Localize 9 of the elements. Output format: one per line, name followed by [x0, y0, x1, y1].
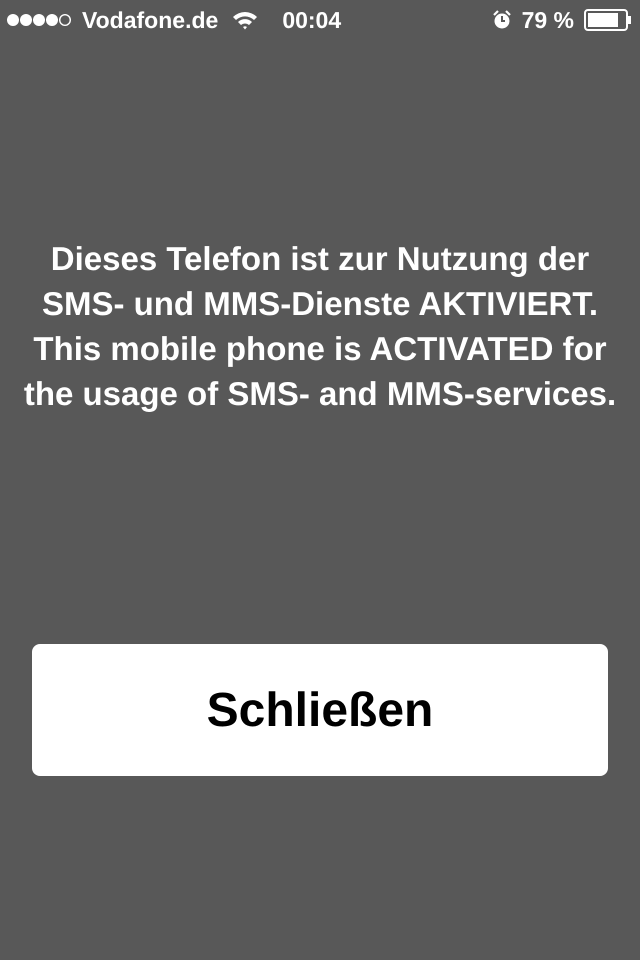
battery-percent: 79 %	[522, 6, 574, 34]
signal-icon	[6, 13, 74, 27]
wifi-icon	[232, 10, 258, 30]
carrier-name: Vodafone.de	[82, 6, 218, 34]
activation-message: Dieses Telefon ist zur Nutzung der SMS- und MMS-Dienste AKTIVIERT. This mobile phone is ACTIVATED for the usage of SMS- and MMS-services.	[22, 239, 618, 414]
close-button[interactable]: Schließen	[32, 644, 608, 776]
clock-time: 00:04	[282, 6, 342, 34]
alarm-icon	[492, 10, 512, 30]
battery-icon	[584, 9, 632, 31]
